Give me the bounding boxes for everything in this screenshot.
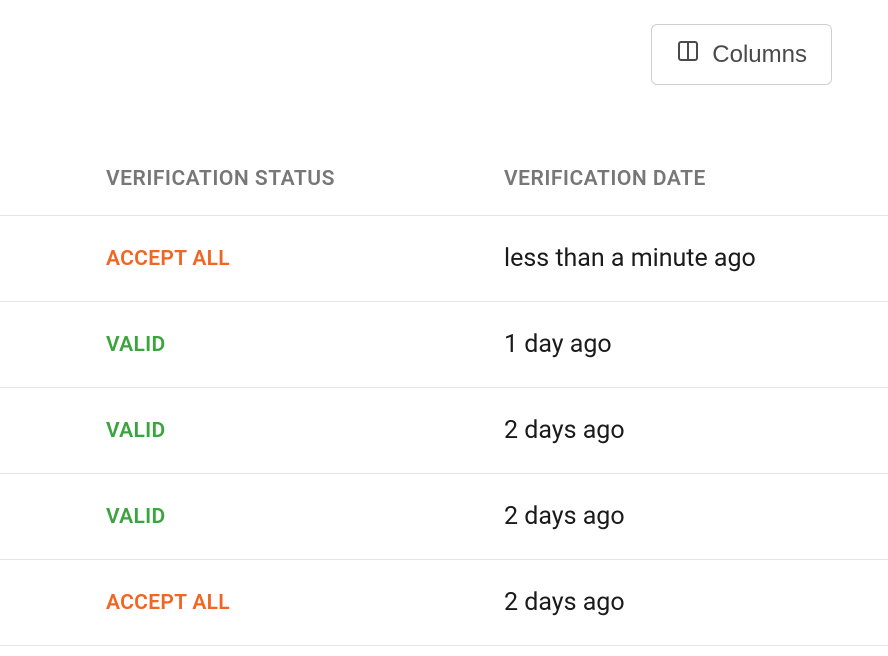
- header-verification-date[interactable]: VERIFICATION DATE: [504, 167, 706, 191]
- header-verification-status[interactable]: VERIFICATION STATUS: [106, 167, 335, 191]
- table-row[interactable]: ACCEPT ALL less than a minute ago: [0, 216, 888, 302]
- table-row[interactable]: VALID 1 day ago: [0, 302, 888, 388]
- table-header-row: VERIFICATION STATUS VERIFICATION DATE: [0, 147, 888, 216]
- verification-date: less than a minute ago: [504, 244, 756, 273]
- columns-button-label: Columns: [712, 41, 807, 69]
- table-row[interactable]: VALID 2 days ago: [0, 388, 888, 474]
- status-badge: VALID: [106, 333, 165, 357]
- toolbar: Columns: [0, 0, 888, 85]
- status-badge: VALID: [106, 419, 165, 443]
- verification-date: 1 day ago: [504, 330, 612, 359]
- columns-button[interactable]: Columns: [651, 24, 832, 85]
- verification-table: VERIFICATION STATUS VERIFICATION DATE AC…: [0, 147, 888, 646]
- verification-date: 2 days ago: [504, 502, 625, 531]
- table-row[interactable]: VALID 2 days ago: [0, 474, 888, 560]
- status-badge: ACCEPT ALL: [106, 591, 230, 615]
- status-badge: VALID: [106, 505, 165, 529]
- columns-icon: [676, 39, 700, 70]
- table-row[interactable]: ACCEPT ALL 2 days ago: [0, 560, 888, 646]
- verification-date: 2 days ago: [504, 588, 625, 617]
- status-badge: ACCEPT ALL: [106, 247, 230, 271]
- verification-date: 2 days ago: [504, 416, 625, 445]
